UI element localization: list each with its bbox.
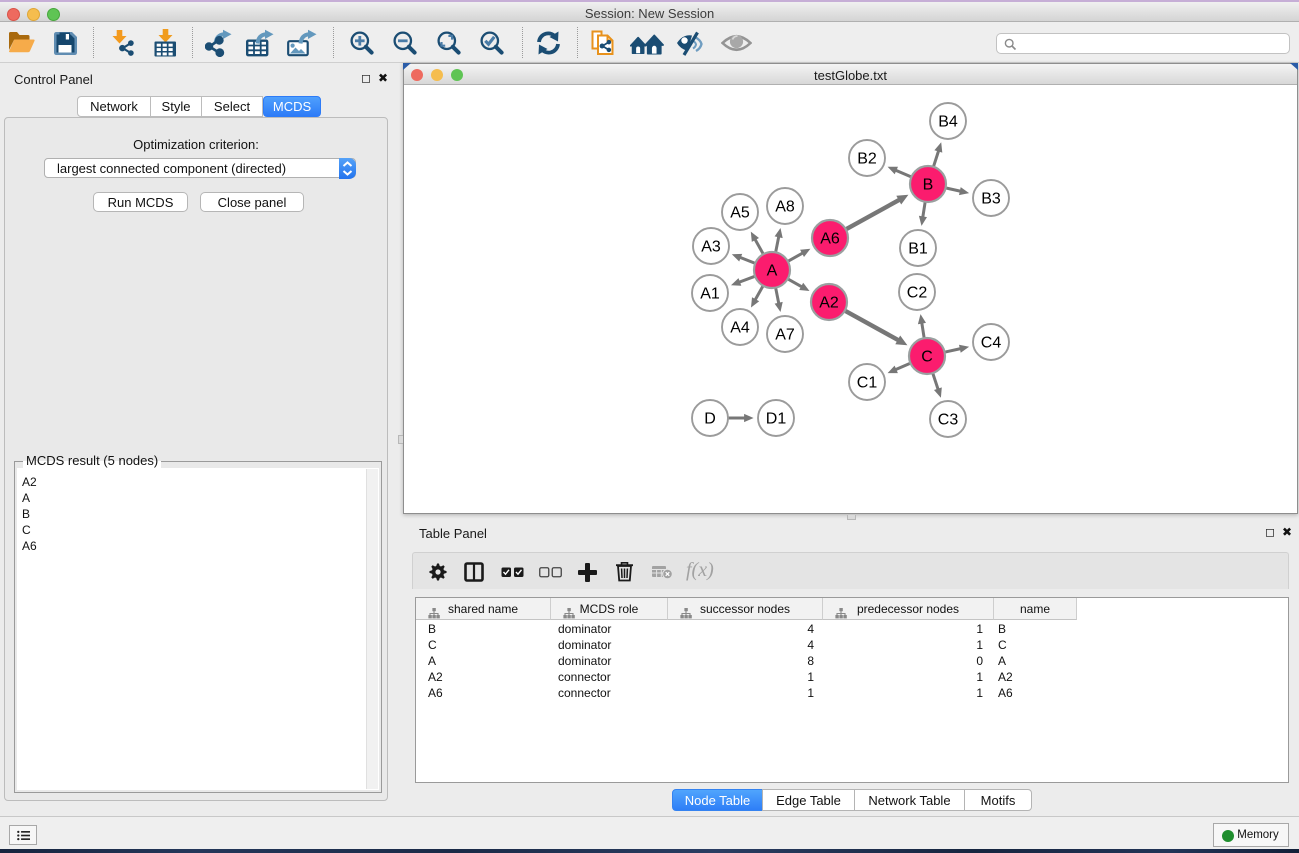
svg-text:B1: B1: [908, 241, 928, 258]
svg-text:B3: B3: [981, 191, 1001, 208]
svg-text:C: C: [921, 349, 933, 366]
svg-text:A6: A6: [820, 231, 840, 248]
svg-text:A: A: [767, 263, 778, 280]
svg-text:A4: A4: [730, 320, 750, 337]
svg-text:A3: A3: [701, 239, 721, 256]
svg-text:A7: A7: [775, 327, 795, 344]
svg-text:C3: C3: [938, 412, 959, 429]
svg-text:D: D: [704, 411, 716, 428]
svg-text:B: B: [923, 177, 934, 194]
svg-text:C2: C2: [907, 285, 928, 302]
svg-text:C1: C1: [857, 375, 878, 392]
svg-text:A2: A2: [819, 295, 839, 312]
svg-text:A8: A8: [775, 199, 795, 216]
svg-text:D1: D1: [766, 411, 787, 428]
svg-text:C4: C4: [981, 335, 1002, 352]
svg-text:B4: B4: [938, 114, 958, 131]
svg-text:B2: B2: [857, 151, 877, 168]
svg-text:A1: A1: [700, 286, 720, 303]
svg-text:A5: A5: [730, 205, 750, 222]
